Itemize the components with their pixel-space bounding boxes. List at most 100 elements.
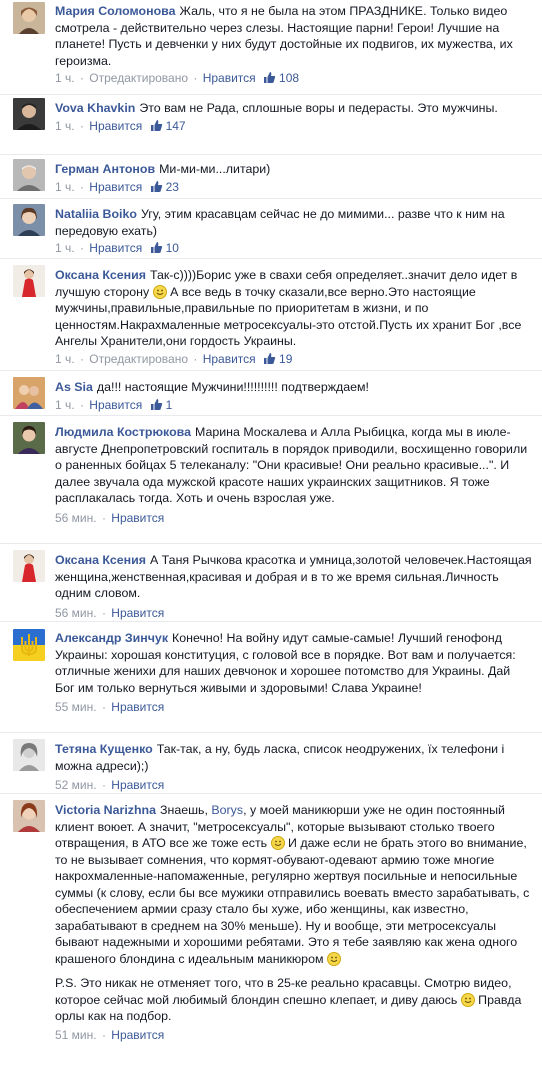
avatar[interactable] <box>13 629 45 661</box>
avatar[interactable] <box>13 800 45 832</box>
thumbs-up-icon <box>150 180 163 193</box>
comment-author[interactable]: Мария Соломонова <box>55 4 176 18</box>
comment-time[interactable]: 56 мин. <box>55 511 97 525</box>
comment-meta: 1 ч. · Отредактировано · Нравится 108 <box>55 70 532 87</box>
comment-meta: 56 мин. · Нравится <box>55 605 532 622</box>
comment-author[interactable]: Victoria Narizhna <box>55 803 156 817</box>
comment-meta: 1 ч. · Нравится 23 <box>55 179 532 196</box>
mention-link[interactable]: Borys <box>211 803 243 817</box>
comment: Александр Зинчук Конечно! На войну идут с… <box>0 622 542 733</box>
separator: · <box>101 700 106 714</box>
comment-time[interactable]: 1 ч. <box>55 398 75 412</box>
like-count[interactable]: 19 <box>279 352 292 366</box>
comment-time[interactable]: 52 мин. <box>55 778 97 792</box>
smiley-emoji-icon <box>270 836 285 850</box>
edited-label[interactable]: Отредактировано <box>89 71 188 85</box>
comment-author[interactable]: Тетяна Кущенко <box>55 742 153 756</box>
comment-meta: 1 ч. · Нравится 1 <box>55 397 532 414</box>
avatar[interactable] <box>13 98 45 130</box>
comment-postscript: P.S. Это никак не отменяет того, что в 2… <box>55 975 532 1025</box>
comment-author[interactable]: As Sia <box>55 380 93 394</box>
thumbs-up-icon <box>263 352 276 365</box>
comment-text: P.S. Это никак не отменяет того, что в 2… <box>55 976 512 1007</box>
couple-photo-avatar-icon <box>13 377 45 409</box>
woman-portrait-avatar-icon <box>13 2 45 34</box>
avatar[interactable] <box>13 204 45 236</box>
like-button[interactable]: Нравится <box>111 511 164 525</box>
comment-text: Это вам не Рада, сплошные воры и педерас… <box>139 101 498 115</box>
comment-time[interactable]: 1 ч. <box>55 352 75 366</box>
comment-time[interactable]: 1 ч. <box>55 241 75 255</box>
comment-author[interactable]: Vova Khavkin <box>55 101 135 115</box>
comment-text: да!!! настоящие Мужчини!!!!!!!!!! подтве… <box>96 380 369 394</box>
thumbs-up-icon <box>150 241 163 254</box>
comment-text: И даже если не брать этого во внимание, … <box>55 836 530 966</box>
separator: · <box>101 1027 106 1042</box>
comment-author[interactable]: Оксана Ксения <box>55 553 146 567</box>
comment-meta: 1 ч. · Отредактировано · Нравится 19 <box>55 351 532 368</box>
like-button[interactable]: Нравится <box>89 241 142 255</box>
separator: · <box>79 118 84 133</box>
comment-time[interactable]: 1 ч. <box>55 180 75 194</box>
comment: Оксана Ксения Так-с))))Борис уже в свахи … <box>0 259 542 371</box>
comment: Vova Khavkin Это вам не Рада, сплошные во… <box>0 95 542 155</box>
comment-meta: 1 ч. · Нравится 10 <box>55 240 532 257</box>
comment-time[interactable]: 1 ч. <box>55 119 75 133</box>
comment-author[interactable]: Герман Антонов <box>55 162 155 176</box>
avatar[interactable] <box>13 377 45 409</box>
like-count[interactable]: 1 <box>166 398 173 412</box>
like-count[interactable]: 147 <box>166 119 186 133</box>
comment-author[interactable]: Людмила Кострюкова <box>55 425 191 439</box>
comment: Герман Антонов Ми-ми-ми...литари) 1 ч. · … <box>0 155 542 199</box>
avatar[interactable] <box>13 739 45 771</box>
comment-text: Ми-ми-ми...литари) <box>159 162 271 176</box>
separator: · <box>193 351 198 366</box>
comment-meta: 1 ч. · Нравится 147 <box>55 118 532 135</box>
comment: Nataliia Boiko Угу, этим красавцам сейчас… <box>0 199 542 259</box>
smiley-emoji-icon <box>326 951 341 966</box>
avatar[interactable] <box>13 422 45 454</box>
separator: · <box>79 351 84 366</box>
smiley-emoji-icon <box>152 284 167 299</box>
like-button[interactable]: Нравится <box>89 398 142 412</box>
like-button[interactable]: Нравится <box>203 71 256 85</box>
like-count[interactable]: 10 <box>166 241 179 255</box>
like-button[interactable]: Нравится <box>111 700 164 714</box>
thumbs-up-icon <box>150 398 163 411</box>
separator: · <box>101 778 106 792</box>
comment-time[interactable]: 56 мин. <box>55 606 97 620</box>
comment-time[interactable]: 51 мин. <box>55 1028 97 1042</box>
smiley-emoji-icon <box>460 992 475 1007</box>
woman-in-red-avatar-icon <box>13 550 45 582</box>
avatar[interactable] <box>13 159 45 191</box>
edited-label[interactable]: Отредактировано <box>89 352 188 366</box>
comment: Людмила Кострюкова Марина Москалева и Алл… <box>0 416 542 544</box>
like-button[interactable]: Нравится <box>111 606 164 620</box>
avatar[interactable] <box>13 550 45 582</box>
woman-portrait-avatar-icon <box>13 422 45 454</box>
avatar[interactable] <box>13 2 45 34</box>
like-count[interactable]: 23 <box>166 180 179 194</box>
like-button[interactable]: Нравится <box>89 119 142 133</box>
woman-in-red-avatar-icon <box>13 265 45 297</box>
woman-portrait-avatar-icon <box>13 204 45 236</box>
comment-author[interactable]: Александр Зинчук <box>55 631 168 645</box>
comment-meta: 52 мин. · Нравится <box>55 777 532 794</box>
like-count[interactable]: 108 <box>279 71 299 85</box>
comment: Тетяна Кущенко Так-так, а ну, будь ласка,… <box>0 733 542 794</box>
avatar[interactable] <box>13 265 45 297</box>
like-button[interactable]: Нравится <box>111 1028 164 1042</box>
ukrainian-trident-avatar-icon <box>13 629 45 661</box>
like-button[interactable]: Нравится <box>111 778 164 792</box>
separator: · <box>79 397 84 412</box>
comment-time[interactable]: 55 мин. <box>55 700 97 714</box>
separator: · <box>193 71 198 85</box>
comment-meta: 51 мин. · Нравится <box>55 1027 532 1044</box>
comment-author[interactable]: Оксана Ксения <box>55 268 146 282</box>
comment-meta: 56 мин. · Нравится <box>55 510 532 527</box>
comment-time[interactable]: 1 ч. <box>55 71 75 85</box>
comment-author[interactable]: Nataliia Boiko <box>55 207 137 221</box>
like-button[interactable]: Нравится <box>203 352 256 366</box>
separator: · <box>79 179 84 194</box>
like-button[interactable]: Нравится <box>89 180 142 194</box>
